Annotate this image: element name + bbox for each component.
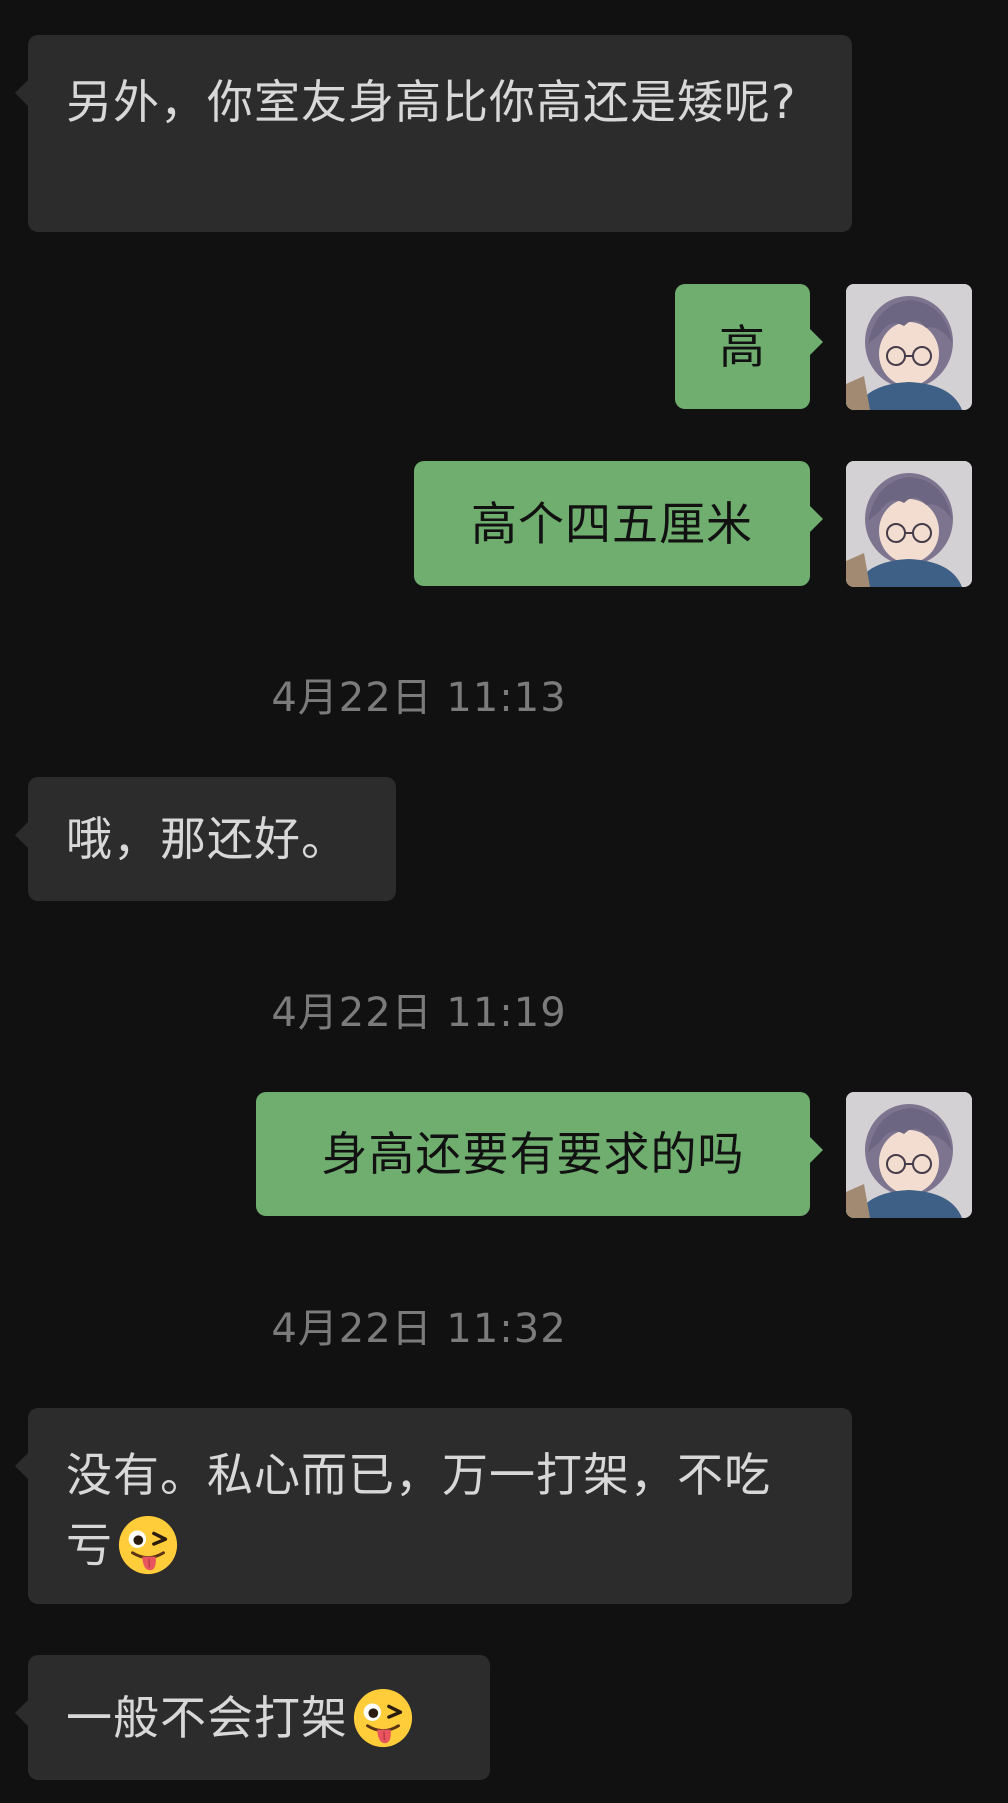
message-text: 一般不会打架	[66, 1690, 348, 1745]
outgoing-message[interactable]: 高	[675, 284, 823, 409]
winking-face-with-tongue-emoji	[118, 1515, 178, 1574]
avatar[interactable]	[846, 284, 972, 410]
anime-avatar-icon	[846, 284, 972, 410]
message-text: 哦，那还好。	[66, 812, 348, 866]
message-text: 另外，你室友身高比你高还是矮呢?	[66, 75, 797, 129]
outgoing-message[interactable]: 身高还要有要求的吗	[256, 1092, 823, 1216]
avatar[interactable]	[846, 461, 972, 587]
message-text: 高个四五厘米	[471, 496, 753, 551]
timestamp: 4月22日 11:32	[271, 1306, 567, 1352]
anime-avatar-icon	[846, 461, 972, 587]
message-text: 身高还要有要求的吗	[321, 1127, 745, 1181]
incoming-message[interactable]: 一般不会打架	[15, 1655, 490, 1780]
avatar[interactable]	[846, 1092, 972, 1218]
incoming-message[interactable]: 另外，你室友身高比你高还是矮呢?	[15, 35, 852, 232]
winking-face-with-tongue-emoji	[353, 1688, 413, 1747]
message-text: 高	[719, 319, 766, 374]
incoming-message[interactable]: 哦，那还好。	[15, 777, 396, 901]
incoming-message[interactable]: 没有。私心而已，万一打架，不吃亏	[15, 1408, 852, 1604]
timestamp: 4月22日 11:13	[271, 675, 567, 721]
outgoing-message[interactable]: 高个四五厘米	[414, 461, 823, 586]
anime-avatar-icon	[846, 1092, 972, 1218]
timestamp: 4月22日 11:19	[271, 990, 567, 1036]
